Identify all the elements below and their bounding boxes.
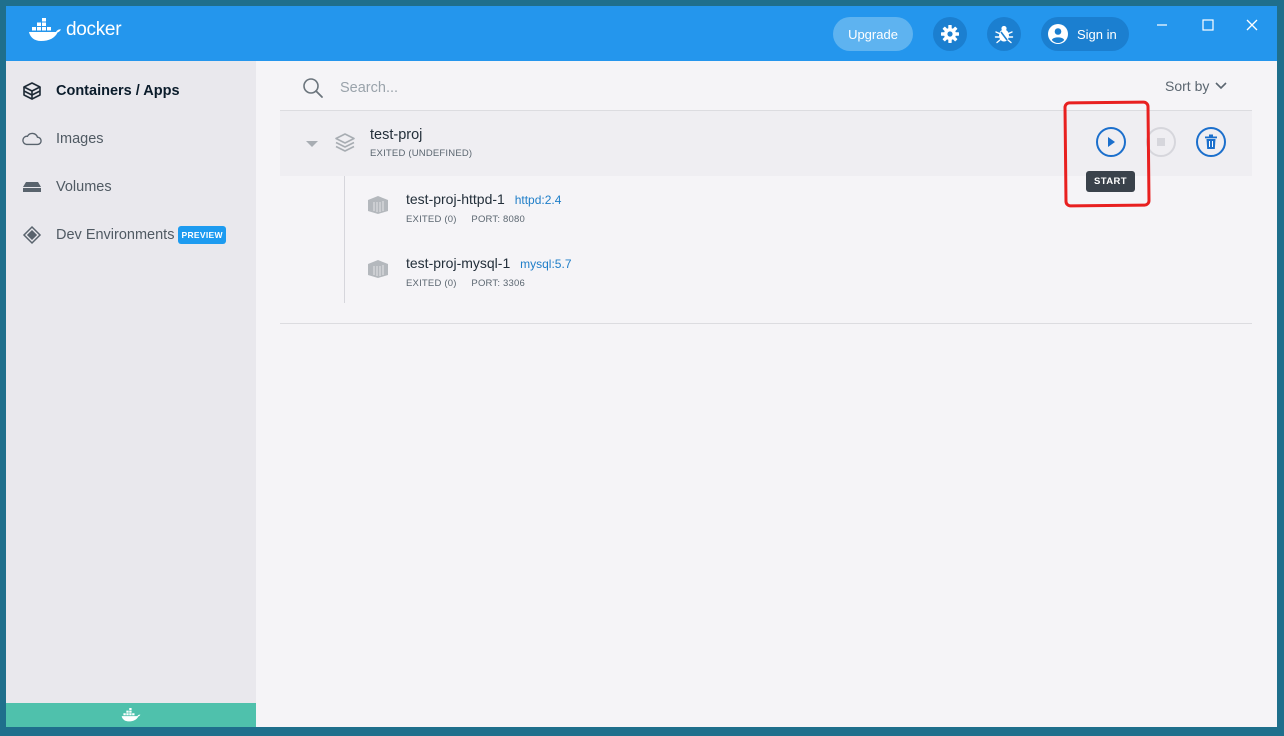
cube-icon bbox=[22, 81, 42, 101]
upgrade-button[interactable]: Upgrade bbox=[833, 17, 913, 51]
troubleshoot-button[interactable] bbox=[987, 17, 1021, 51]
container-name: test-proj-httpd-1 bbox=[406, 191, 505, 207]
diamond-layers-icon bbox=[22, 225, 42, 245]
container-name-line: test-proj-mysql-1 mysql:5.7 bbox=[406, 255, 572, 271]
app-name: test-proj bbox=[370, 127, 423, 143]
stack-icon bbox=[335, 133, 355, 152]
sidebar-item-volumes[interactable]: Volumes bbox=[6, 167, 256, 207]
delete-button[interactable] bbox=[1196, 127, 1226, 157]
container-meta: EXITED (0) PORT: 8080 bbox=[406, 214, 525, 225]
docker-logo: docker bbox=[28, 18, 122, 42]
stop-icon bbox=[1157, 138, 1165, 146]
container-icon bbox=[368, 260, 388, 278]
preview-badge: PREVIEW bbox=[178, 226, 226, 244]
chevron-down-icon bbox=[1215, 82, 1227, 90]
collapse-caret-icon[interactable] bbox=[306, 141, 318, 147]
sign-in-button[interactable]: Sign in bbox=[1041, 17, 1129, 51]
brand-text: docker bbox=[66, 19, 122, 40]
trash-icon bbox=[1205, 134, 1217, 149]
search-input[interactable] bbox=[340, 75, 740, 101]
container-port: PORT: 8080 bbox=[471, 214, 525, 225]
container-image-link[interactable]: mysql:5.7 bbox=[520, 257, 571, 271]
sidebar-item-label: Volumes bbox=[56, 179, 112, 195]
cloud-icon bbox=[22, 129, 42, 149]
docker-desktop-window: docker Upgrade Sign in Containers / Apps… bbox=[6, 6, 1277, 727]
sidebar-item-images[interactable]: Images bbox=[6, 119, 256, 159]
tree-connector bbox=[344, 176, 345, 303]
search-icon bbox=[303, 78, 323, 98]
minimize-icon bbox=[1157, 24, 1167, 26]
stop-button[interactable] bbox=[1146, 127, 1176, 157]
close-icon bbox=[1246, 19, 1258, 31]
whale-icon bbox=[29, 18, 61, 41]
sidebar-footer[interactable] bbox=[6, 703, 256, 727]
drive-icon bbox=[22, 177, 42, 197]
gear-icon bbox=[941, 25, 959, 43]
title-bar: docker Upgrade Sign in bbox=[6, 6, 1277, 61]
sidebar-item-label: Containers / Apps bbox=[56, 83, 180, 99]
sort-by-label: Sort by bbox=[1165, 78, 1210, 94]
sign-in-label: Sign in bbox=[1077, 26, 1117, 42]
container-image-link[interactable]: httpd:2.4 bbox=[515, 193, 562, 207]
close-button[interactable] bbox=[1241, 14, 1263, 36]
container-status: EXITED (0) bbox=[406, 278, 457, 289]
container-status: EXITED (0) bbox=[406, 214, 457, 225]
sort-by-dropdown[interactable]: Sort by bbox=[1165, 78, 1227, 94]
whale-status-icon bbox=[121, 708, 141, 722]
container-icon bbox=[368, 196, 388, 214]
container-name: test-proj-mysql-1 bbox=[406, 255, 511, 271]
sidebar: Containers / Apps Images Volumes Dev Env… bbox=[6, 61, 256, 727]
sidebar-item-label: Dev Environments bbox=[56, 227, 175, 243]
minimize-button[interactable] bbox=[1151, 14, 1173, 36]
maximize-icon bbox=[1202, 19, 1214, 31]
divider bbox=[280, 323, 1252, 324]
container-name-line: test-proj-httpd-1 httpd:2.4 bbox=[406, 191, 561, 207]
sidebar-item-containers-apps[interactable]: Containers / Apps bbox=[6, 71, 256, 111]
bug-icon bbox=[994, 25, 1014, 44]
maximize-button[interactable] bbox=[1197, 14, 1219, 36]
main-content: Sort by test-proj EXITED (UNDEFINED) bbox=[256, 61, 1277, 727]
settings-button[interactable] bbox=[933, 17, 967, 51]
app-status: EXITED (UNDEFINED) bbox=[370, 148, 473, 159]
container-port: PORT: 3306 bbox=[471, 278, 525, 289]
user-icon bbox=[1048, 24, 1068, 44]
container-meta: EXITED (0) PORT: 3306 bbox=[406, 278, 525, 289]
sidebar-item-label: Images bbox=[56, 131, 104, 147]
annotation-highlight-box bbox=[1063, 100, 1151, 208]
sidebar-item-dev-environments[interactable]: Dev Environments PREVIEW bbox=[6, 215, 256, 255]
